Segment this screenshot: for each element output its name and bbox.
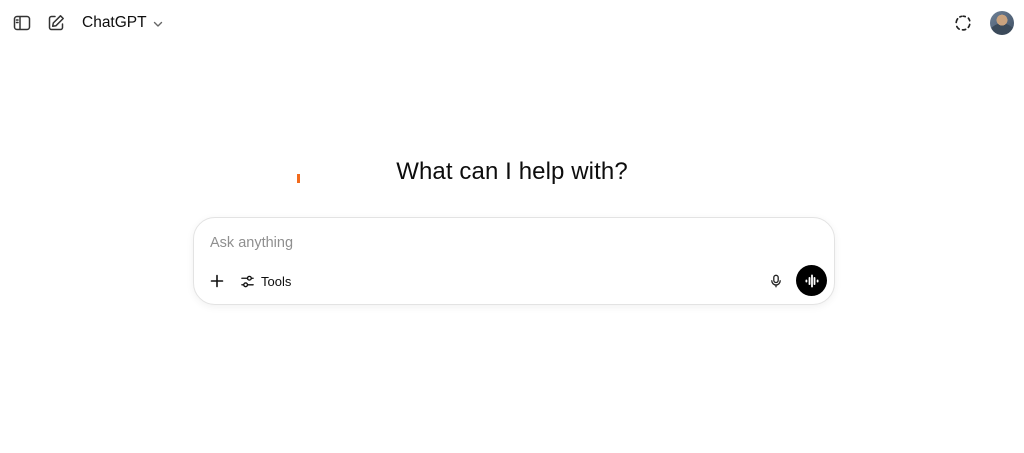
user-avatar[interactable] — [990, 11, 1014, 35]
temporary-chat-icon — [955, 15, 971, 31]
model-name: ChatGPT — [82, 14, 147, 31]
page-headline: What can I help with? — [396, 158, 628, 185]
dictate-button[interactable] — [764, 269, 788, 293]
top-bar: ChatGPT — [0, 0, 1024, 46]
plus-icon — [210, 274, 224, 288]
sidebar-toggle-icon — [13, 15, 31, 31]
sliders-icon — [241, 275, 254, 287]
model-selector[interactable]: ChatGPT — [76, 9, 170, 37]
tools-button[interactable]: Tools — [236, 269, 295, 293]
composer: Tools — [193, 217, 835, 305]
tools-label: Tools — [261, 273, 292, 289]
microphone-icon — [771, 274, 781, 288]
new-chat-button[interactable] — [41, 8, 71, 38]
new-chat-icon — [48, 15, 64, 31]
add-attachment-button[interactable] — [204, 268, 230, 294]
chevron-down-icon — [153, 21, 162, 27]
sidebar-toggle-button[interactable] — [7, 8, 37, 38]
prompt-input[interactable] — [210, 231, 810, 255]
temporary-chat-button[interactable] — [948, 8, 978, 38]
voice-mode-icon — [805, 274, 818, 287]
voice-mode-button[interactable] — [796, 265, 827, 296]
